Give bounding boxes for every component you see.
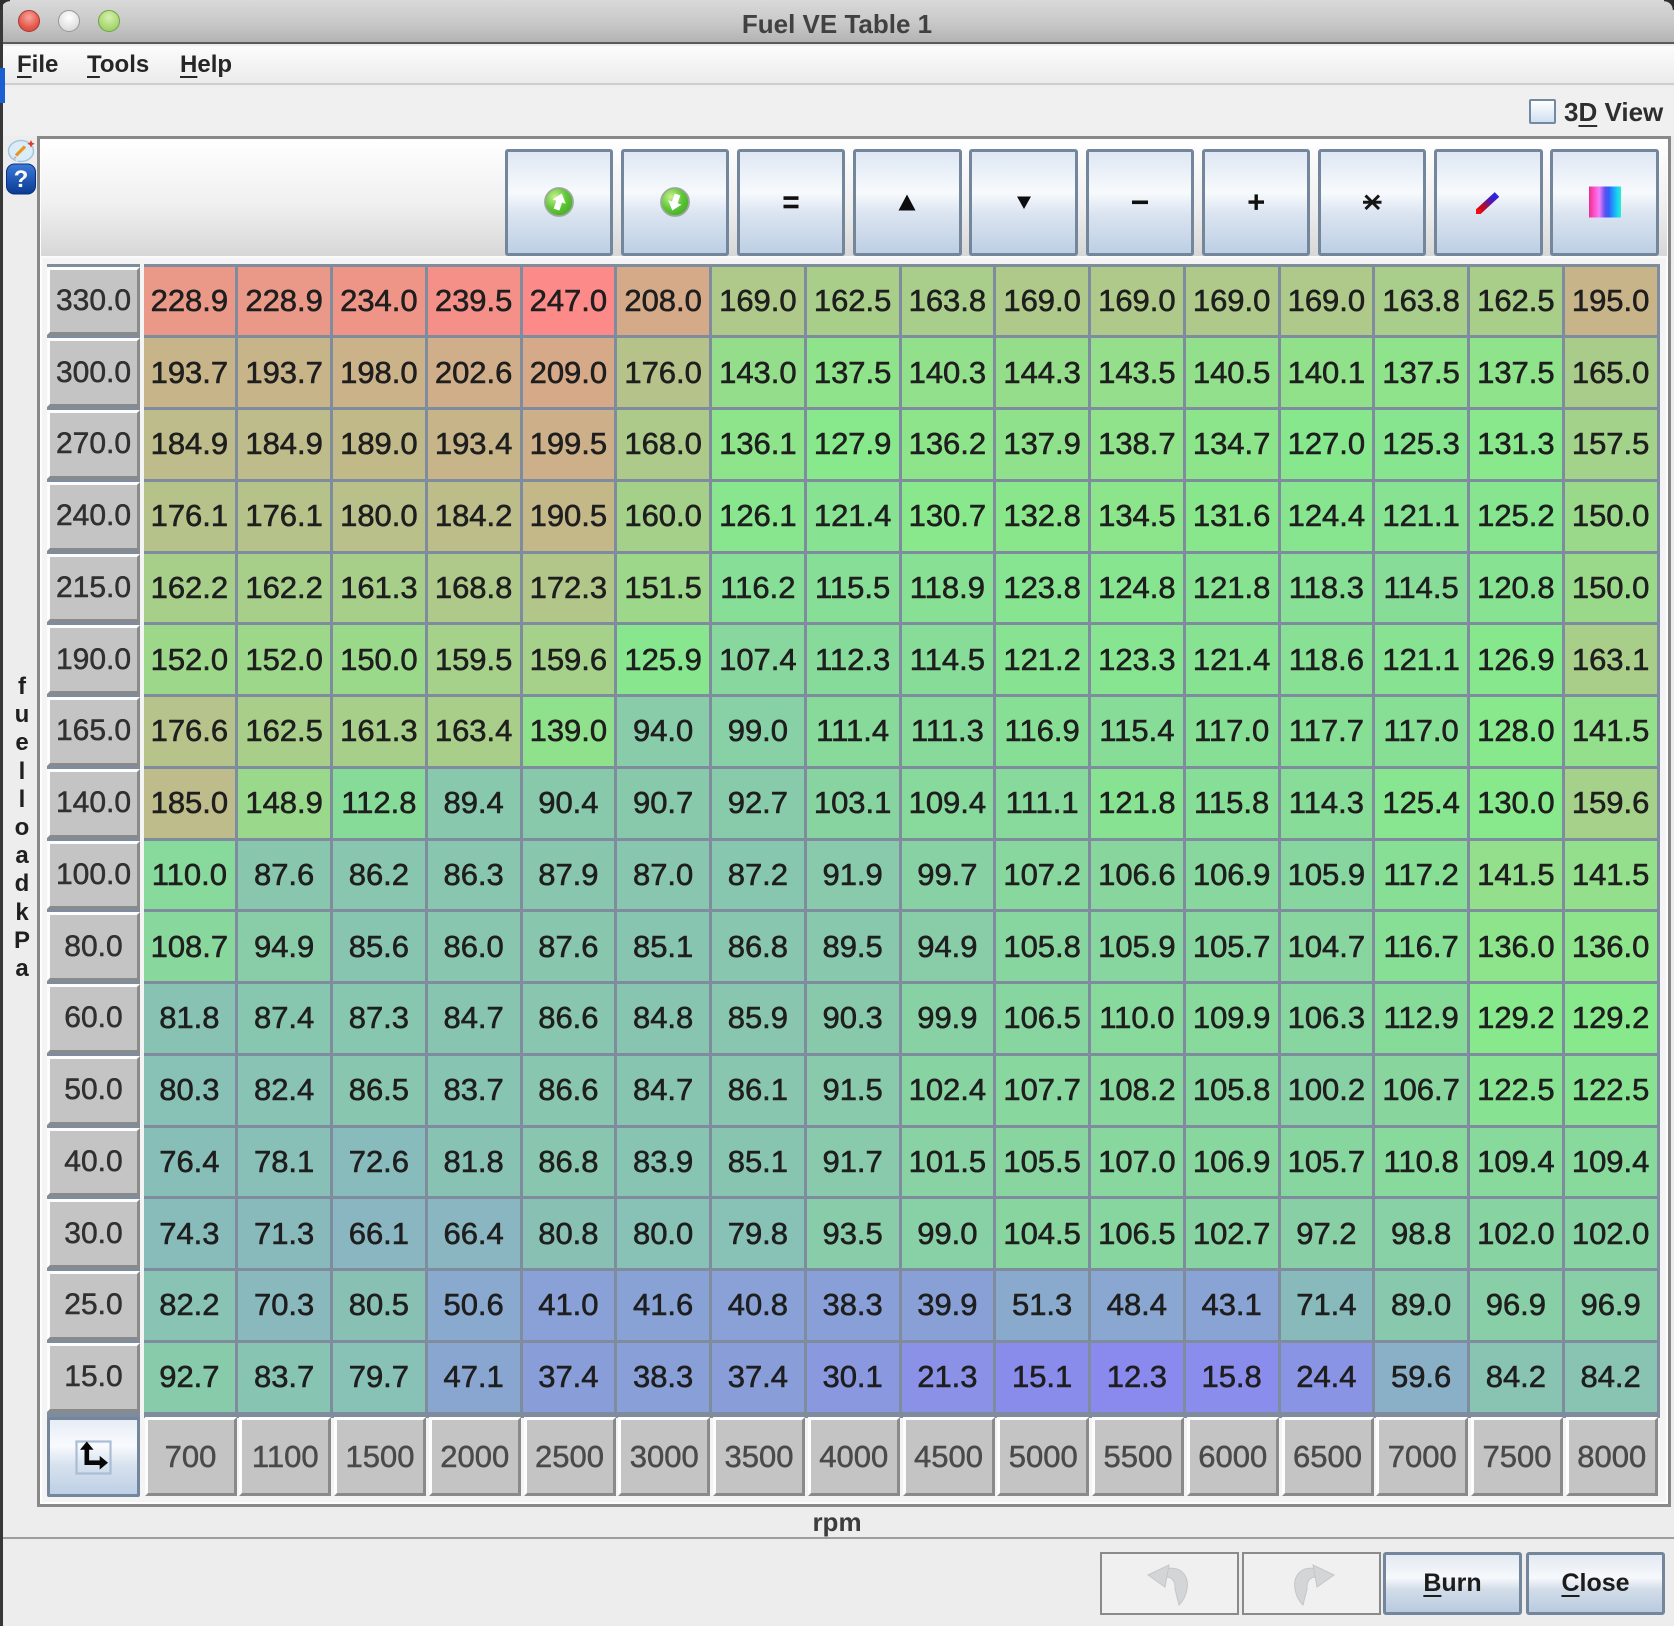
svg-text:?: ? (14, 166, 29, 193)
